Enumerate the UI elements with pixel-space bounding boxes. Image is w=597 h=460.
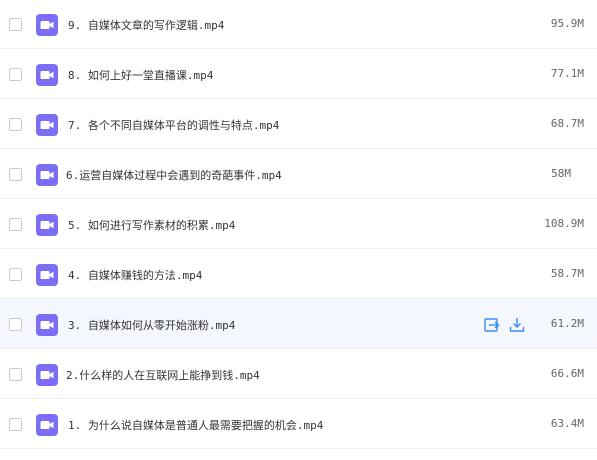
video-file-icon	[36, 264, 58, 286]
row-checkbox[interactable]	[9, 268, 22, 281]
row-checkbox[interactable]	[9, 318, 22, 331]
video-file-icon	[36, 414, 58, 436]
row-checkbox[interactable]	[9, 18, 22, 31]
row-checkbox[interactable]	[9, 168, 22, 181]
row-checkbox[interactable]	[9, 368, 22, 381]
file-size: 61.2M	[550, 317, 584, 330]
video-file-icon	[36, 164, 58, 186]
video-file-icon	[36, 14, 58, 36]
share-icon[interactable]	[483, 316, 501, 334]
file-name[interactable]: 2.什么样的人在互联网上能挣到钱.mp4	[66, 367, 260, 383]
video-file-icon	[36, 214, 58, 236]
file-size: 108.9M	[544, 217, 584, 230]
download-icon[interactable]	[508, 316, 526, 334]
video-file-icon	[36, 64, 58, 86]
file-name[interactable]: 9. 自媒体文章的写作逻辑.mp4	[68, 17, 224, 33]
file-name[interactable]: 4. 自媒体赚钱的方法.mp4	[68, 267, 202, 283]
file-name[interactable]: 3. 自媒体如何从零开始涨粉.mp4	[68, 317, 235, 333]
file-name[interactable]: 6.运营自媒体过程中会遇到的奇葩事件.mp4	[66, 167, 282, 183]
file-name[interactable]: 8. 如何上好一堂直播课.mp4	[68, 67, 213, 83]
video-file-icon	[36, 114, 58, 136]
file-size: 77.1M	[550, 67, 584, 80]
file-size: 66.6M	[550, 367, 584, 380]
file-size: 95.9M	[550, 17, 584, 30]
file-size: 58M	[551, 167, 571, 180]
file-name[interactable]: 1. 为什么说自媒体是普通人最需要把握的机会.mp4	[68, 417, 323, 433]
row-checkbox[interactable]	[9, 68, 22, 81]
file-row[interactable]: 1. 为什么说自媒体是普通人最需要把握的机会.mp4 63.4M	[0, 400, 597, 449]
file-name[interactable]: 5. 如何进行写作素材的积累.mp4	[68, 217, 235, 233]
file-size: 58.7M	[550, 267, 584, 280]
row-checkbox[interactable]	[9, 418, 22, 431]
row-checkbox[interactable]	[9, 218, 22, 231]
file-row[interactable]: 9. 自媒体文章的写作逻辑.mp4 95.9M	[0, 0, 597, 49]
file-row[interactable]: 4. 自媒体赚钱的方法.mp4 58.7M	[0, 250, 597, 299]
file-name[interactable]: 7. 各个不同自媒体平台的调性与特点.mp4	[68, 117, 279, 133]
video-file-icon	[36, 314, 58, 336]
video-file-icon	[36, 364, 58, 386]
file-row-hovered[interactable]: 3. 自媒体如何从零开始涨粉.mp4 61.2M	[0, 300, 597, 349]
file-row[interactable]: 5. 如何进行写作素材的积累.mp4 108.9M	[0, 200, 597, 249]
file-list: 9. 自媒体文章的写作逻辑.mp4 95.9M 8. 如何上好一堂直播课.mp4…	[0, 0, 597, 460]
file-size: 63.4M	[550, 417, 584, 430]
file-size: 68.7M	[550, 117, 584, 130]
file-row[interactable]: 2.什么样的人在互联网上能挣到钱.mp4 66.6M	[0, 350, 597, 399]
file-row[interactable]: 8. 如何上好一堂直播课.mp4 77.1M	[0, 50, 597, 99]
file-row[interactable]: 7. 各个不同自媒体平台的调性与特点.mp4 68.7M	[0, 100, 597, 149]
row-checkbox[interactable]	[9, 118, 22, 131]
file-row[interactable]: 6.运营自媒体过程中会遇到的奇葩事件.mp4 58M	[0, 150, 597, 199]
